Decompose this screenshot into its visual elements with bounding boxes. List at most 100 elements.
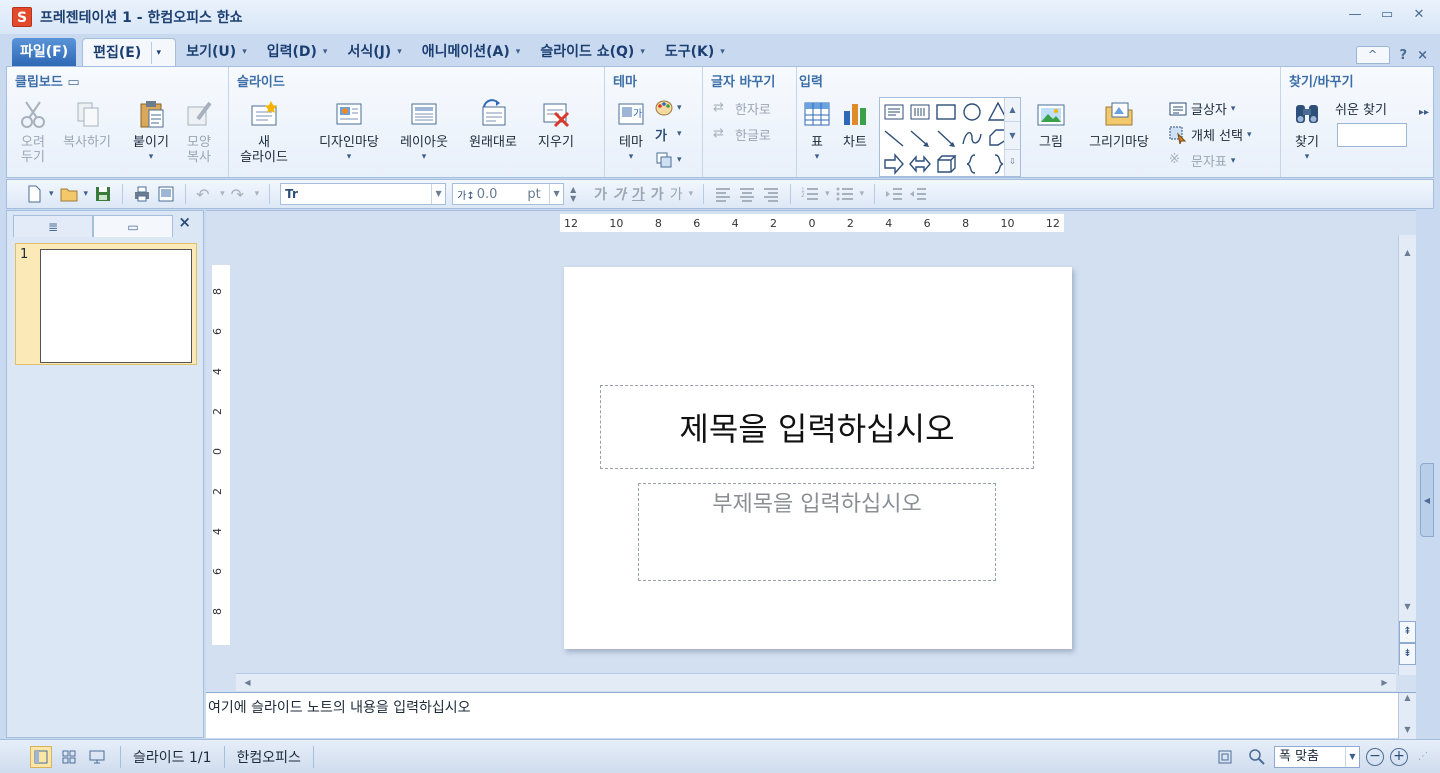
tab-edit[interactable]: 편집(E) ▾ bbox=[82, 38, 177, 66]
tab-edit-dropdown[interactable]: ▾ bbox=[151, 41, 165, 64]
vertical-textbox-shape-icon[interactable] bbox=[908, 100, 932, 124]
chart-button[interactable]: 차트 bbox=[837, 99, 873, 150]
underline-button[interactable]: 가 bbox=[632, 184, 645, 204]
save-icon[interactable] bbox=[94, 185, 112, 203]
chevron-down-icon[interactable]: ▾ bbox=[84, 189, 89, 199]
chevron-down-icon[interactable]: ▾ bbox=[220, 189, 225, 199]
zoom-out-button[interactable]: − bbox=[1366, 747, 1384, 766]
theme-fonts-button[interactable]: 가 ▾ bbox=[655, 125, 682, 144]
theme-effects-button[interactable]: ▾ bbox=[655, 151, 682, 169]
ribbon-collapse-button[interactable]: ^ bbox=[1355, 46, 1390, 64]
normal-view-button[interactable] bbox=[30, 745, 52, 768]
textbox-shape-icon[interactable] bbox=[882, 100, 906, 124]
textbox-button[interactable]: 글상자 ▾ bbox=[1169, 99, 1235, 118]
chevron-down-icon[interactable]: ▾ bbox=[49, 189, 54, 199]
chevron-down-icon[interactable]: ▼ bbox=[431, 184, 445, 204]
shadow-button[interactable]: 가 bbox=[670, 184, 683, 204]
zoom-in-button[interactable]: + bbox=[1390, 747, 1408, 766]
doc-close-button[interactable]: × bbox=[1417, 48, 1428, 63]
help-button[interactable]: ? bbox=[1400, 48, 1408, 63]
to-hangul-button[interactable]: ⇄ 한글로 bbox=[713, 125, 771, 145]
font-name-select[interactable]: Tr ▼ bbox=[280, 183, 447, 205]
tab-format[interactable]: 서식(J) ▾ bbox=[337, 38, 411, 66]
slideshow-view-button[interactable] bbox=[86, 746, 108, 768]
notes-scrollbar[interactable]: ▲ ▼ bbox=[1398, 693, 1416, 739]
bullet-list-icon[interactable] bbox=[836, 185, 854, 203]
chevron-down-icon[interactable]: ▼ bbox=[1345, 746, 1359, 767]
slide-thumbnail[interactable] bbox=[40, 249, 192, 363]
spin-icon[interactable]: ▲ ▼ bbox=[570, 185, 588, 203]
scroll-down-icon[interactable]: ▼ bbox=[1400, 599, 1415, 614]
scroll-left-icon[interactable]: ◀ bbox=[240, 675, 255, 690]
notes-pane[interactable]: 여기에 슬라이드 노트의 내용을 입력하십시오 ▲ ▼ bbox=[206, 692, 1416, 739]
chevron-down-icon[interactable]: ▼ bbox=[549, 184, 563, 204]
print-icon[interactable] bbox=[133, 185, 151, 203]
chevron-down-icon[interactable]: ▾ bbox=[255, 189, 260, 199]
left-right-arrow-shape-icon[interactable] bbox=[908, 152, 932, 176]
tab-view[interactable]: 보기(U) ▾ bbox=[176, 38, 256, 66]
cube-shape-icon[interactable] bbox=[934, 152, 958, 176]
to-hanja-button[interactable]: ⇄ 한자로 bbox=[713, 99, 771, 119]
slide-canvas[interactable]: 제목을 입력하십시오 부제목을 입력하십시오 bbox=[564, 267, 1072, 649]
chevron-down-icon[interactable]: ▾ bbox=[825, 189, 830, 199]
gallery-scrollbar[interactable]: ▲ ▼ ⇩ bbox=[1004, 98, 1020, 176]
symbol-button[interactable]: ※ 문자표 ▾ bbox=[1169, 151, 1235, 171]
zoom-magnifier-button[interactable] bbox=[1246, 746, 1268, 768]
align-left-icon[interactable] bbox=[714, 185, 732, 203]
tab-file[interactable]: 파일(F) bbox=[12, 38, 77, 66]
tab-tools[interactable]: 도구(K) ▾ bbox=[655, 38, 735, 66]
chevron-down-icon[interactable]: ▾ bbox=[689, 189, 694, 199]
vertical-scrollbar[interactable]: ▲ ▼ ⇞ ⇟ ◀ bbox=[1398, 235, 1434, 675]
scroll-down-icon[interactable]: ▼ bbox=[1399, 725, 1416, 739]
open-folder-icon[interactable] bbox=[60, 185, 78, 203]
panel-close-button[interactable]: × bbox=[178, 213, 191, 231]
layout-button[interactable]: 레이아웃 ▾ bbox=[393, 99, 455, 165]
scroll-right-icon[interactable]: ▶ bbox=[1377, 675, 1392, 690]
curve-shape-icon[interactable] bbox=[960, 126, 984, 150]
print-preview-icon[interactable] bbox=[157, 185, 175, 203]
format-painter-button[interactable]: 모양 복사 bbox=[179, 99, 219, 165]
new-document-icon[interactable] bbox=[25, 185, 43, 203]
redo-icon[interactable]: ↷ bbox=[231, 185, 249, 204]
minimize-button[interactable]: — bbox=[1346, 6, 1364, 24]
reset-button[interactable]: 원래대로 bbox=[461, 99, 525, 150]
theme-button[interactable]: 가 테마 ▾ bbox=[613, 99, 649, 165]
gallery-scroll-down[interactable]: ▼ bbox=[1005, 122, 1020, 150]
theme-colors-button[interactable]: ▾ bbox=[655, 99, 682, 117]
horizontal-scrollbar[interactable]: ◀ ▶ bbox=[236, 673, 1396, 691]
ellipse-shape-icon[interactable] bbox=[960, 100, 984, 124]
slide-thumbnail-item[interactable]: 1 bbox=[15, 243, 197, 365]
tab-insert[interactable]: 입력(D) ▾ bbox=[257, 38, 338, 66]
drawing-button[interactable]: 그리기마당 bbox=[1077, 99, 1161, 150]
picture-button[interactable]: 그림 bbox=[1031, 99, 1071, 150]
arrow-line-shape-icon[interactable] bbox=[908, 126, 932, 150]
undo-icon[interactable]: ↶ bbox=[196, 185, 214, 204]
align-right-icon[interactable] bbox=[762, 185, 780, 203]
tab-animation[interactable]: 애니메이션(A) ▾ bbox=[412, 38, 531, 66]
italic-button[interactable]: 가 bbox=[613, 184, 626, 204]
ribbon-more-icon[interactable]: ▸▸ bbox=[1419, 107, 1429, 118]
previous-slide-button[interactable]: ⇞ bbox=[1399, 621, 1416, 643]
scroll-up-icon[interactable]: ▲ bbox=[1399, 693, 1416, 707]
tab-outline[interactable]: ≣ bbox=[13, 215, 93, 237]
side-panel-handle[interactable]: ◀ bbox=[1420, 463, 1434, 537]
subtitle-placeholder[interactable]: 부제목을 입력하십시오 bbox=[638, 483, 996, 581]
table-button[interactable]: 표 ▾ bbox=[799, 99, 835, 165]
left-brace-shape-icon[interactable] bbox=[960, 152, 984, 176]
gallery-expand[interactable]: ⇩ bbox=[1005, 150, 1020, 174]
next-slide-button[interactable]: ⇟ bbox=[1399, 643, 1416, 665]
increase-indent-icon[interactable] bbox=[885, 185, 903, 203]
resize-grip-icon[interactable]: ⋰ bbox=[1418, 751, 1440, 762]
object-select-button[interactable]: 개체 선택 ▾ bbox=[1169, 125, 1252, 146]
find-button[interactable]: 찾기 ▾ bbox=[1289, 99, 1325, 165]
close-button[interactable]: ✕ bbox=[1410, 6, 1428, 24]
decrease-indent-icon[interactable] bbox=[909, 185, 927, 203]
gallery-scroll-up[interactable]: ▲ bbox=[1005, 98, 1020, 122]
delete-slide-button[interactable]: 지우기 bbox=[529, 99, 583, 150]
tab-slides[interactable]: ▭ bbox=[93, 215, 173, 237]
new-slide-button[interactable]: 새 슬라이드 bbox=[233, 99, 295, 165]
design-button[interactable]: 디자인마당 ▾ bbox=[309, 99, 389, 165]
align-center-icon[interactable] bbox=[738, 185, 756, 203]
right-arrow-shape-icon[interactable] bbox=[882, 152, 906, 176]
rectangle-shape-icon[interactable] bbox=[934, 100, 958, 124]
